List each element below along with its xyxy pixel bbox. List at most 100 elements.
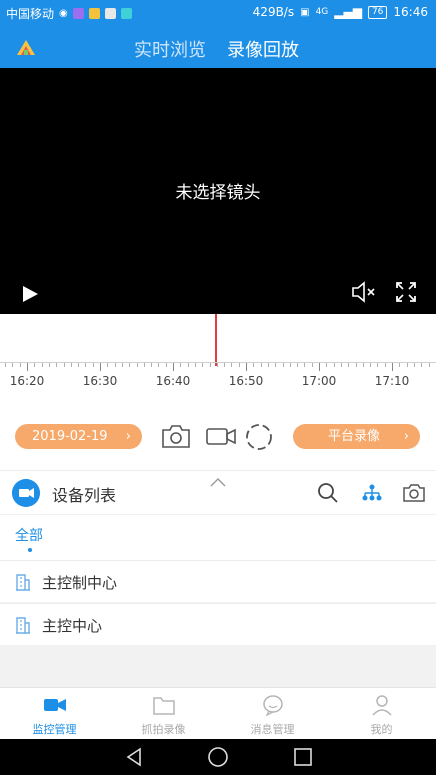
camera-snapshot-icon[interactable] <box>160 422 192 450</box>
timeline-tick <box>158 363 160 367</box>
timeline-tick <box>19 363 21 367</box>
back-icon[interactable] <box>122 745 146 769</box>
timeline-tick <box>63 363 65 367</box>
tab-live-view[interactable]: 实时浏览 <box>134 36 206 62</box>
timeline-tick <box>187 363 189 367</box>
timeline-tick <box>165 363 167 367</box>
timeline-tick <box>246 363 247 371</box>
timeline-tick <box>209 363 211 367</box>
timeline-tick <box>362 363 364 367</box>
timeline-tick <box>202 363 204 367</box>
timeline-tick <box>406 363 408 367</box>
play-icon[interactable] <box>20 284 40 304</box>
home-circle-icon[interactable] <box>206 745 230 769</box>
sim-icon: ▣ <box>300 6 310 18</box>
no-camera-message: 未选择镜头 <box>175 183 261 203</box>
timeline-tick <box>143 363 145 367</box>
date-picker-button[interactable]: 2019-02-19 › <box>15 424 142 449</box>
nav-label: 消息管理 <box>250 723 295 736</box>
nav-messages[interactable]: 消息管理 <box>218 688 327 740</box>
bottom-nav: 监控管理 抓拍录像 消息管理 我的 <box>0 687 436 739</box>
timeline-ticks <box>0 362 436 374</box>
timeline-tick <box>413 363 415 367</box>
app-notification-icon <box>120 8 132 19</box>
chevron-right-icon: › <box>125 429 131 444</box>
timeline-tick <box>319 363 320 371</box>
timeline-tick <box>78 363 80 367</box>
list-empty-area <box>0 645 436 687</box>
recent-apps-icon[interactable] <box>291 745 315 769</box>
video-camera-icon <box>44 699 66 711</box>
list-item[interactable]: 主控中心 <box>0 603 436 645</box>
search-icon[interactable] <box>316 481 340 505</box>
timeline-scrubber[interactable]: 16:20 16:30 16:40 16:50 17:00 17:10 <box>0 314 436 394</box>
timeline-tick <box>260 363 262 367</box>
record-video-icon[interactable] <box>205 424 237 448</box>
timeline-tick <box>12 363 14 367</box>
timeline-tick <box>392 363 393 371</box>
timeline-tick <box>289 363 291 367</box>
network-type: 4G <box>315 7 329 17</box>
fullscreen-icon[interactable] <box>394 280 418 304</box>
timeline-tick <box>41 363 43 367</box>
timeline-tick <box>340 363 342 367</box>
filter-tab-all[interactable]: 全部 <box>15 525 43 545</box>
timeline-tick <box>297 363 299 367</box>
top-bar: 中国移动 ◉ 429B/s ▣ 4G ▂▄▆ 76 16:46 实时浏览 录像回… <box>0 0 436 68</box>
timeline-label: 17:00 <box>301 374 337 388</box>
timeline-tick <box>151 363 153 367</box>
timeline-tick <box>231 363 233 367</box>
user-icon <box>372 695 392 716</box>
network-speed: 429B/s <box>252 5 295 19</box>
nav-label: 抓拍录像 <box>141 723 186 736</box>
timeline-tick <box>428 363 430 367</box>
home-icon[interactable] <box>14 35 38 59</box>
video-player[interactable]: 未选择镜头 <box>0 68 436 314</box>
timeline-tick <box>34 363 36 367</box>
timeline-tick <box>399 363 401 367</box>
timeline-label: 16:40 <box>155 374 191 388</box>
building-icon <box>16 617 30 634</box>
timeline-tick <box>100 363 101 371</box>
timeline-tick <box>173 363 174 371</box>
timeline-tick <box>5 363 7 367</box>
device-name: 主控中心 <box>42 617 103 635</box>
timeline-tick <box>355 363 357 367</box>
app-notification-icon <box>104 8 116 19</box>
app-header: 实时浏览 录像回放 <box>0 30 436 66</box>
list-item[interactable]: 主控制中心 <box>0 560 436 602</box>
organization-tree-icon[interactable] <box>360 481 384 505</box>
timeline-cursor[interactable] <box>215 314 217 366</box>
status-bar: 中国移动 ◉ 429B/s ▣ 4G ▂▄▆ 76 16:46 <box>0 0 436 26</box>
platform-recording-button[interactable]: 平台录像 › <box>293 424 420 449</box>
timeline-label: 16:50 <box>228 374 264 388</box>
refresh-icon[interactable] <box>243 421 275 453</box>
timeline-tick <box>377 363 379 367</box>
timeline-tick <box>27 363 28 371</box>
timeline-tick <box>107 363 109 367</box>
timeline-label: 16:20 <box>9 374 45 388</box>
timeline-tick <box>326 363 328 367</box>
platform-recording-label: 平台录像 <box>328 429 381 444</box>
nav-capture-records[interactable]: 抓拍录像 <box>109 688 218 740</box>
nav-label: 监控管理 <box>32 723 77 736</box>
nav-profile[interactable]: 我的 <box>327 688 436 740</box>
timeline-tick <box>421 363 423 367</box>
timeline-tick <box>370 363 372 367</box>
battery-icon: 76 <box>367 5 388 19</box>
nav-label: 我的 <box>370 723 393 736</box>
mute-icon[interactable] <box>350 280 378 304</box>
folder-icon <box>153 697 175 715</box>
chevron-up-icon[interactable] <box>208 475 228 489</box>
timeline-tick <box>180 363 182 367</box>
nav-monitoring[interactable]: 监控管理 <box>0 688 109 740</box>
timeline-tick <box>121 363 123 367</box>
tab-playback[interactable]: 录像回放 <box>227 36 299 62</box>
timeline-tick <box>92 363 94 367</box>
clock: 16:46 <box>393 5 428 19</box>
carrier-label: 中国移动 <box>6 7 55 21</box>
camera-icon[interactable] <box>401 481 427 505</box>
timeline-tick <box>253 363 255 367</box>
timeline-tick <box>282 363 284 367</box>
timeline-tick <box>224 363 226 367</box>
